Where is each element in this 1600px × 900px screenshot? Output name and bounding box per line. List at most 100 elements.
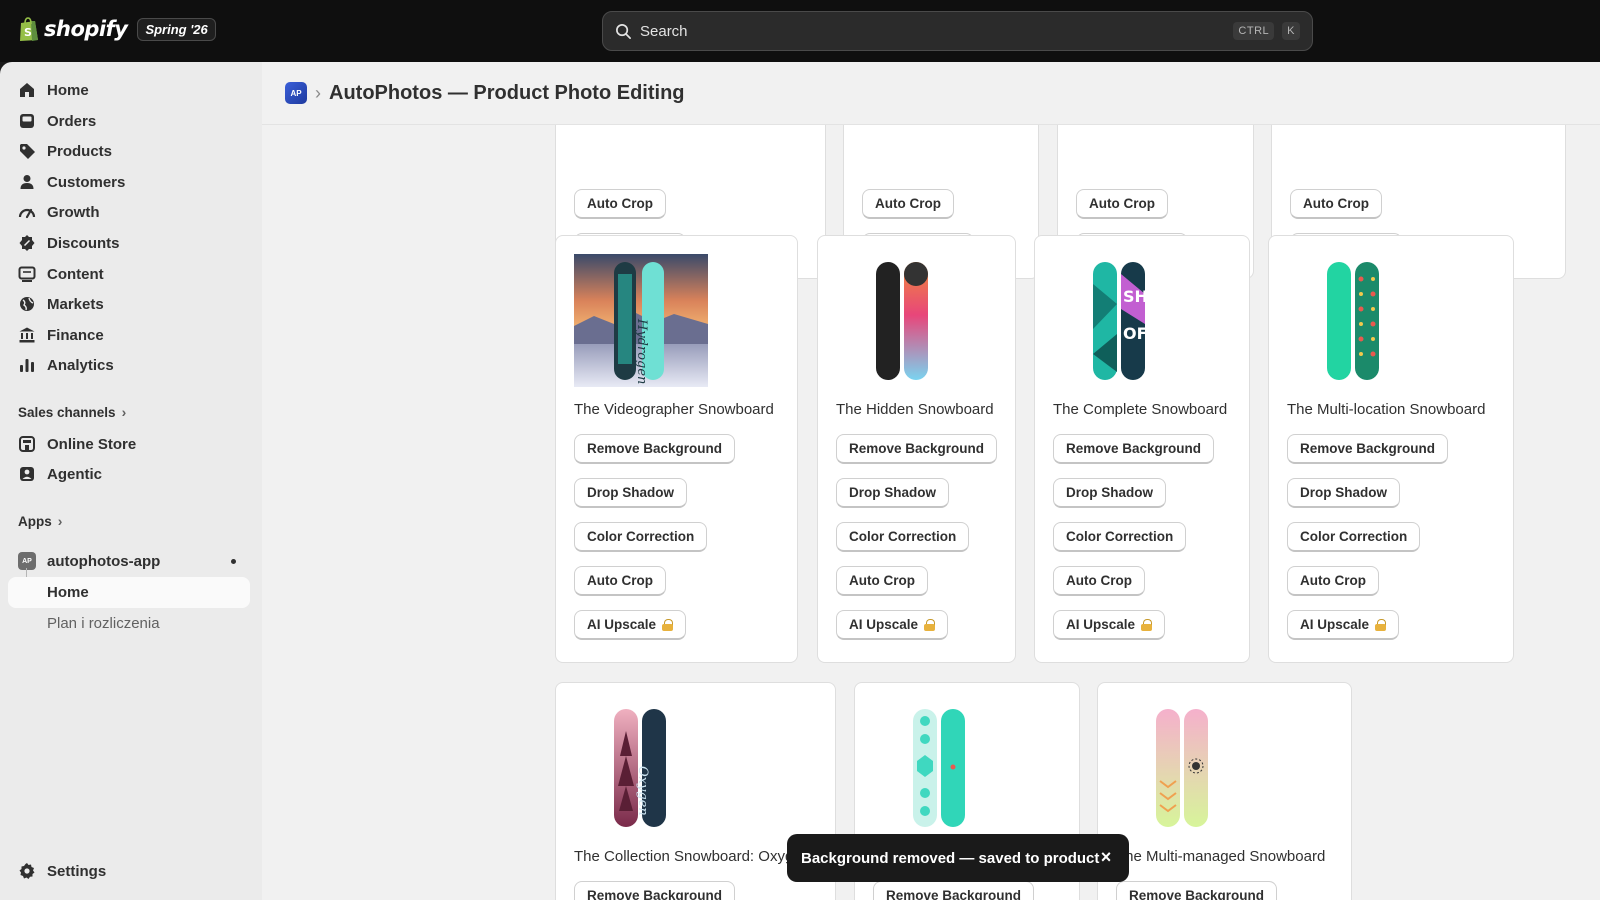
color-correction-button[interactable]: Color Correction	[574, 522, 708, 552]
color-correction-button[interactable]: Color Correction	[1287, 522, 1421, 552]
sidebar-item-label: Analytics	[47, 356, 114, 374]
auto-crop-button[interactable]: Auto Crop	[574, 566, 666, 596]
remove-background-button[interactable]: Remove Background	[1287, 434, 1449, 464]
ai-upscale-button[interactable]: AI Upscale	[836, 610, 949, 640]
svg-text:Oxygen: Oxygen	[635, 766, 650, 816]
sidebar-item-label: Markets	[47, 295, 104, 313]
sidebar-item-orders[interactable]: Orders	[8, 106, 250, 136]
home-icon	[20, 83, 34, 97]
sidebar-item-autophotos-app[interactable]: AP autophotos-app	[8, 546, 250, 576]
edition-badge[interactable]: Spring '26	[137, 17, 216, 41]
drop-shadow-button[interactable]: Drop Shadow	[1287, 478, 1400, 508]
main-content: AP › AutoPhotos — Product Photo Editing …	[262, 62, 1600, 900]
ai-upscale-button[interactable]: AI Upscale	[1053, 610, 1166, 640]
lock-icon	[924, 618, 936, 631]
product-image[interactable]	[1287, 254, 1421, 387]
auto-crop-button[interactable]: Auto Crop	[1287, 566, 1379, 596]
auto-crop-button[interactable]: Auto Crop	[1290, 189, 1382, 219]
globe-icon	[20, 297, 34, 311]
sidebar-item-customers[interactable]: Customers	[8, 167, 250, 197]
sidebar-item-label: Customers	[47, 173, 126, 191]
svg-text:Hydrogen: Hydrogen	[634, 318, 649, 384]
sidebar-item-growth[interactable]: Growth	[8, 197, 250, 227]
svg-text:OF: OF	[1123, 324, 1148, 343]
chevron-right-icon: ›	[121, 404, 127, 420]
remove-background-button[interactable]: Remove Background	[1116, 881, 1278, 900]
ai-upscale-button[interactable]: AI Upscale	[574, 610, 687, 640]
remove-background-button[interactable]: Remove Background	[1053, 434, 1215, 464]
sidebar-item-label: Home	[47, 81, 89, 99]
lock-icon	[1141, 618, 1153, 631]
apps-heading[interactable]: Apps ›	[18, 513, 62, 529]
sidebar-subitem-home[interactable]: Home	[8, 577, 250, 608]
sidebar-item-home[interactable]: Home	[8, 75, 250, 105]
shopify-logo[interactable]: S shopify Spring '26	[18, 16, 216, 42]
drop-shadow-button[interactable]: Drop Shadow	[574, 478, 687, 508]
growth-icon	[18, 208, 36, 219]
sales-channels-heading[interactable]: Sales channels ›	[18, 404, 126, 420]
sidebar-item-label: Discounts	[47, 234, 120, 252]
sidebar-item-agentic[interactable]: Agentic	[8, 459, 250, 489]
product-image[interactable]: Oxygen	[574, 701, 708, 834]
auto-crop-button[interactable]: Auto Crop	[1076, 189, 1168, 219]
product-card: SH OF The Complete Snowboard Remove Back…	[1034, 235, 1250, 663]
sidebar-item-online-store[interactable]: Online Store	[8, 429, 250, 459]
sidebar-item-settings[interactable]: Settings	[8, 856, 250, 886]
breadcrumb-separator-icon: ›	[315, 82, 321, 103]
search-icon	[616, 23, 631, 39]
remove-background-button[interactable]: Remove Background	[574, 881, 736, 900]
product-image[interactable]: Hydrogen	[574, 254, 708, 387]
product-name: The Hidden Snowboard	[836, 401, 994, 418]
app-header: AP › AutoPhotos — Product Photo Editing	[262, 62, 1600, 125]
remove-background-button[interactable]: Remove Background	[836, 434, 998, 464]
discount-icon	[19, 235, 35, 251]
sidebar-item-label: Online Store	[47, 435, 137, 453]
sidebar-item-products[interactable]: Products	[8, 136, 250, 166]
product-card: The Hidden Snowboard Remove Background D…	[817, 235, 1016, 663]
color-correction-button[interactable]: Color Correction	[1053, 522, 1187, 552]
sidebar-item-finance[interactable]: Finance	[8, 320, 250, 350]
product-name: The Videographer Snowboard	[574, 401, 774, 418]
svg-text:S: S	[24, 26, 32, 39]
product-image[interactable]	[873, 701, 1007, 834]
auto-crop-button[interactable]: Auto Crop	[1053, 566, 1145, 596]
sidebar: Home Orders Products Customers Growth Di…	[0, 62, 262, 900]
apps-label: Apps	[18, 513, 52, 529]
drop-shadow-button[interactable]: Drop Shadow	[1053, 478, 1166, 508]
auto-crop-button[interactable]: Auto Crop	[574, 189, 666, 219]
sidebar-item-label: Content	[47, 265, 104, 283]
sidebar-item-analytics[interactable]: Analytics	[8, 350, 250, 380]
gear-icon	[19, 863, 35, 879]
auto-crop-button[interactable]: Auto Crop	[836, 566, 928, 596]
app-pin-dot	[231, 559, 236, 564]
svg-text:SH: SH	[1123, 287, 1148, 306]
product-image[interactable]	[1116, 701, 1250, 834]
product-card: The Multi-managed Snowboard Remove Backg…	[1097, 682, 1352, 900]
shopify-bag-icon: S	[20, 17, 38, 41]
auto-crop-button[interactable]: Auto Crop	[862, 189, 954, 219]
shortcut-key: K	[1282, 22, 1300, 40]
app-icon: AP	[285, 82, 307, 104]
bank-icon	[19, 327, 35, 343]
sidebar-subitem-plan[interactable]: Plan i rozliczenia	[8, 608, 250, 639]
product-image[interactable]	[836, 254, 970, 387]
product-image[interactable]: SH OF	[1053, 254, 1187, 387]
sidebar-item-content[interactable]: Content	[8, 259, 250, 289]
drop-shadow-button[interactable]: Drop Shadow	[836, 478, 949, 508]
ai-upscale-button[interactable]: AI Upscale	[1287, 610, 1400, 640]
sidebar-subitem-label: Home	[47, 584, 89, 601]
remove-background-button[interactable]: Remove Background	[873, 881, 1035, 900]
sidebar-item-label: Growth	[47, 203, 100, 221]
lock-icon	[1375, 618, 1387, 631]
search-input[interactable]: Search CTRL K	[602, 11, 1313, 51]
sidebar-item-label: Finance	[47, 326, 104, 344]
close-icon[interactable]: ×	[1097, 848, 1115, 866]
sidebar-item-discounts[interactable]: Discounts	[8, 228, 250, 258]
bar-chart-icon	[20, 359, 34, 372]
color-correction-button[interactable]: Color Correction	[836, 522, 970, 552]
shortcut-ctrl: CTRL	[1233, 22, 1275, 40]
sidebar-item-markets[interactable]: Markets	[8, 289, 250, 319]
toast-message: Background removed — saved to product	[801, 849, 1100, 867]
remove-background-button[interactable]: Remove Background	[574, 434, 736, 464]
top-bar: S shopify Spring '26 Search CTRL K	[0, 0, 1600, 62]
